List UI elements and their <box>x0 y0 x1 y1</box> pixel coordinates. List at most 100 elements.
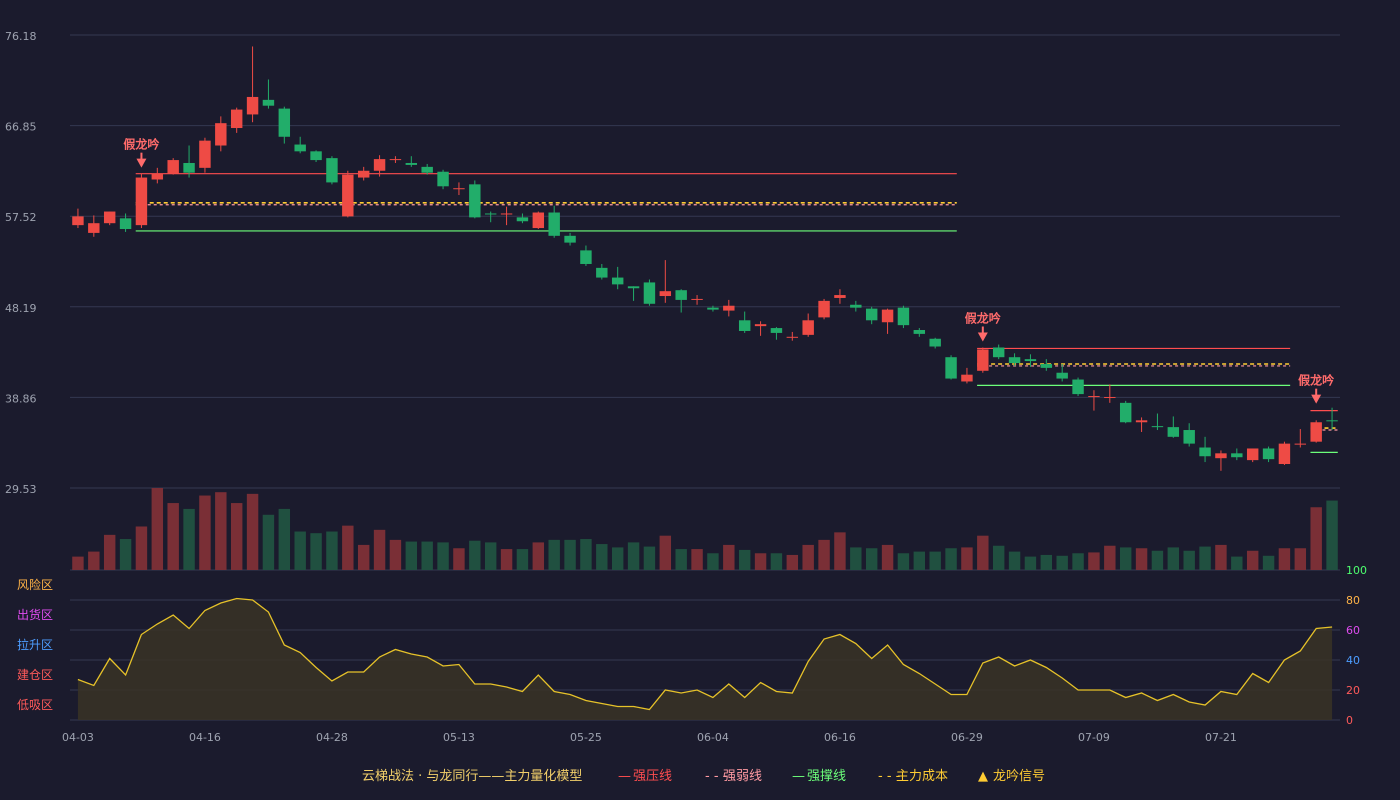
legend-item-label[interactable]: 强弱线 <box>723 769 762 784</box>
volume-bars <box>72 488 1338 570</box>
volume-bar <box>1135 548 1148 570</box>
date-tick-label: 04-16 <box>189 731 221 744</box>
date-tick-label: 05-13 <box>443 731 475 744</box>
candle-body <box>103 211 116 224</box>
candle-body <box>929 338 941 347</box>
volume-bar <box>484 542 497 570</box>
volume-bar <box>1183 550 1195 570</box>
oscillator-line <box>77 597 1333 720</box>
candle-body <box>1167 427 1180 437</box>
volume-bar <box>103 534 116 570</box>
candle-body <box>707 307 719 310</box>
candle-body <box>389 159 402 161</box>
date-tick-label: 06-16 <box>824 731 856 744</box>
osc-zone-label: 建仓区 <box>17 668 53 682</box>
volume-bar <box>469 540 481 570</box>
price-tick-label: 29.53 <box>5 483 37 496</box>
candle-body <box>72 216 84 226</box>
candle-body <box>1326 420 1338 422</box>
legend-item-label[interactable]: 龙吟信号 <box>993 768 1045 784</box>
volume-bar <box>1231 556 1243 570</box>
volume-bar <box>310 533 322 570</box>
volume-bar <box>516 549 529 570</box>
osc-tick-label: 40 <box>1346 654 1360 667</box>
candle-body <box>405 162 418 165</box>
date-axis: 04-03 04-16 04-28 05-13 05-25 06-04 06-16 06-29… <box>62 731 1237 744</box>
legend[interactable]: 云梯战法 · 与龙同行——主力量化模型 — 强压线 - - -强弱线 — 强撑线 - - -… <box>362 768 1045 784</box>
legend-item-label[interactable]: 主力成本 <box>896 769 948 784</box>
volume-bar <box>754 553 767 570</box>
candle-body <box>913 330 926 334</box>
volume-bar <box>548 539 560 570</box>
signal-arrow-icon <box>977 332 988 342</box>
candle-body <box>278 108 291 137</box>
volume-bar <box>167 503 179 570</box>
volume-bar <box>834 532 846 570</box>
candle-body <box>1040 363 1053 368</box>
candle-body <box>961 374 973 382</box>
volume-bar <box>453 548 465 570</box>
candle-body <box>1056 372 1068 379</box>
candlestick-chart[interactable]: 76.18 66.85 57.52 48.19 38.86 29.53 0 20 40 60 80… <box>0 0 1400 800</box>
candle-body <box>977 349 989 371</box>
osc-tick-label: 20 <box>1346 684 1360 697</box>
candle-body <box>834 295 846 298</box>
volume-bar <box>1151 550 1164 570</box>
volume-bar <box>611 547 624 570</box>
volume-bar <box>1056 555 1068 570</box>
volume-bar <box>183 508 195 570</box>
candle-body <box>1246 448 1259 461</box>
volume-bar <box>357 544 370 570</box>
volume-bar <box>596 544 608 570</box>
volume-bar <box>262 514 275 570</box>
candle-body <box>1215 453 1227 459</box>
candle-body <box>850 304 862 308</box>
date-tick-label: 07-21 <box>1205 731 1237 744</box>
candle-body <box>643 282 656 304</box>
candle-body <box>675 290 687 300</box>
candle-body <box>88 223 100 233</box>
legend-item-label[interactable]: 强压线 <box>633 769 672 784</box>
volume-bar <box>1262 555 1275 570</box>
osc-tick-label: 100 <box>1346 564 1367 577</box>
candle-body <box>992 347 1005 358</box>
volume-bar <box>1088 552 1100 570</box>
volume-bar <box>246 493 259 570</box>
volume-bar <box>389 539 402 570</box>
legend-item-label[interactable]: 强撑线 <box>807 769 846 784</box>
candle-body <box>659 291 672 297</box>
candle-body <box>215 123 227 146</box>
candles[interactable] <box>72 46 1338 471</box>
volume-bar <box>675 549 687 570</box>
volume-bar <box>738 549 751 570</box>
volume-bar <box>865 548 878 570</box>
price-tick-label: 38.86 <box>5 392 37 405</box>
volume-bar <box>278 508 291 570</box>
candle-body <box>262 99 275 106</box>
candle-body <box>1135 420 1148 423</box>
candle-body <box>453 188 465 190</box>
candle-body <box>786 336 799 338</box>
candle-body <box>1262 448 1275 460</box>
volume-bar <box>850 547 862 570</box>
signal-label: 假龙吟 <box>123 137 159 152</box>
volume-bar <box>627 542 640 570</box>
volume-bar <box>564 539 576 570</box>
candle-body <box>818 300 830 318</box>
candle-body <box>469 184 481 218</box>
candle-body <box>1072 379 1084 395</box>
candle-body <box>1183 430 1195 444</box>
candle-body <box>1231 453 1243 458</box>
volume-bar <box>786 554 799 570</box>
candle-body <box>310 151 322 161</box>
osc-tick-label: 60 <box>1346 624 1360 637</box>
candle-body <box>738 320 751 331</box>
date-tick-label: 04-28 <box>316 731 348 744</box>
volume-bar <box>770 553 783 570</box>
volume-bar <box>532 542 545 570</box>
candle-body <box>516 217 529 222</box>
candle-body <box>1024 359 1037 362</box>
candle-body <box>484 213 497 215</box>
candle-body <box>564 235 576 243</box>
volume-bar <box>135 526 148 570</box>
